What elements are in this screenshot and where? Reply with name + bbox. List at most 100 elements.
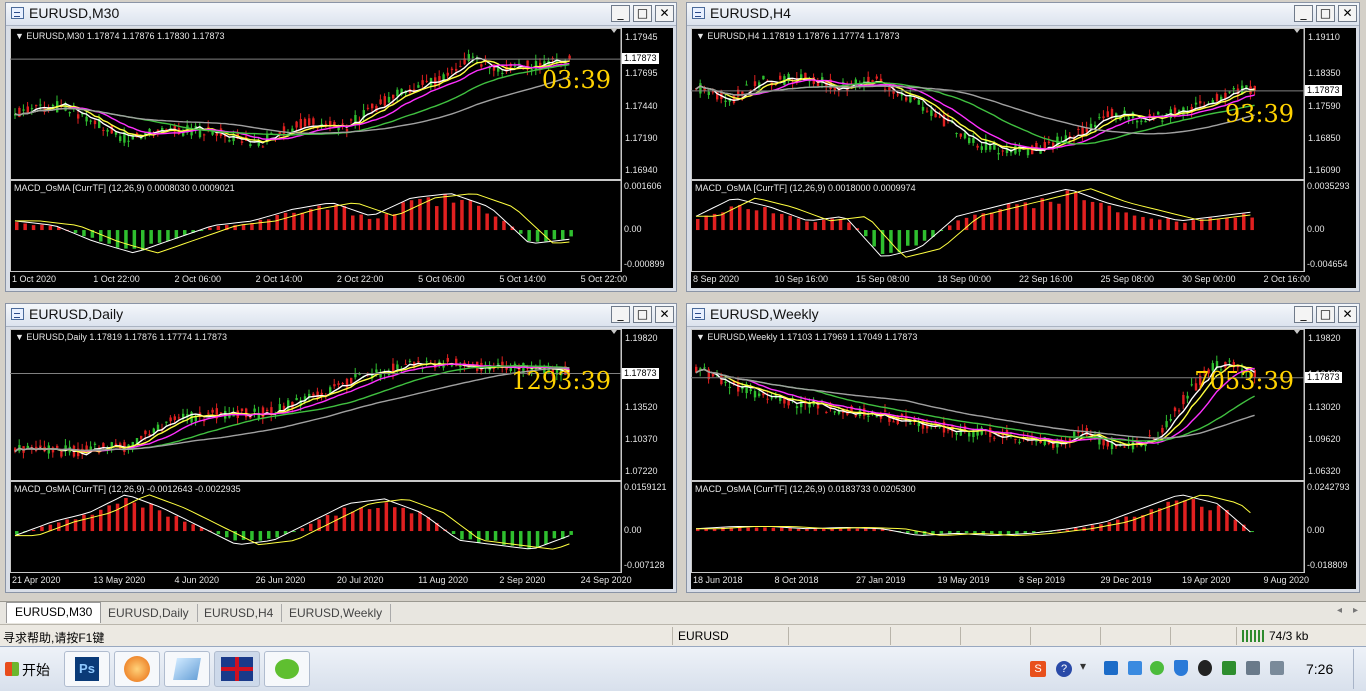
notepad-taskbar-button[interactable] xyxy=(164,651,210,687)
wechat-taskbar-button[interactable] xyxy=(264,651,310,687)
close-button[interactable]: ✕ xyxy=(1338,5,1357,22)
candle-body xyxy=(39,445,42,448)
price-scale-label: 1.16850 xyxy=(1308,132,1341,143)
candle-body xyxy=(467,54,470,62)
browser-taskbar-button[interactable] xyxy=(114,651,160,687)
osma-bar xyxy=(1174,500,1179,532)
osma-bar xyxy=(477,205,481,231)
minimize-button[interactable]: _ xyxy=(611,5,630,22)
minimize-button[interactable]: _ xyxy=(1294,306,1313,323)
osma-bar xyxy=(771,213,776,231)
window-titlebar[interactable]: EURUSD,M30 _ □ ✕ xyxy=(6,3,676,26)
maximize-button[interactable]: □ xyxy=(1316,5,1335,22)
osma-bar xyxy=(1183,222,1187,231)
metatrader-taskbar-button[interactable] xyxy=(214,651,260,687)
shift-marker-icon xyxy=(1294,330,1300,334)
candle-body xyxy=(396,89,399,97)
osma-bar xyxy=(527,230,531,242)
maximize-button[interactable]: □ xyxy=(633,5,652,22)
tab-scroll-left-icon[interactable]: ◂ xyxy=(1337,605,1342,616)
candle-body xyxy=(867,415,870,417)
osma-bar xyxy=(1216,505,1221,532)
tab-eurusd-h4[interactable]: EURUSD,H4 xyxy=(196,604,283,622)
time-axis-label: 18 Jun 2018 xyxy=(693,575,743,585)
osma-bar xyxy=(367,509,372,532)
osma-bar xyxy=(956,531,960,533)
candle-body xyxy=(976,145,979,148)
candle-body xyxy=(1144,120,1147,123)
ma-white-line xyxy=(695,77,1255,152)
candle-body xyxy=(39,104,42,106)
qq-icon[interactable] xyxy=(1198,660,1212,676)
close-button[interactable]: ✕ xyxy=(655,5,674,22)
candle-body xyxy=(1077,128,1080,130)
candle-body xyxy=(1228,360,1231,362)
osma-bar xyxy=(754,527,759,532)
volume-icon[interactable] xyxy=(1270,661,1284,675)
maximize-button[interactable]: □ xyxy=(633,306,652,323)
osma-bar xyxy=(250,531,254,541)
maximize-button[interactable]: □ xyxy=(1316,306,1335,323)
photoshop-taskbar-button[interactable]: Ps xyxy=(64,651,110,687)
osma-bar xyxy=(1107,205,1112,231)
show-desktop-button[interactable] xyxy=(1353,649,1364,689)
minimize-button[interactable]: _ xyxy=(611,306,630,323)
chart-canvas[interactable]: ▼ EURUSD,M30 1.17874 1.17876 1.17830 1.1… xyxy=(10,28,673,288)
price-scale-label: 1.16090 xyxy=(1308,165,1341,175)
chart-window-icon xyxy=(692,7,705,19)
bar-countdown-timer: 7053:39 xyxy=(1194,367,1294,395)
candle-body xyxy=(892,421,895,423)
minimize-button[interactable]: _ xyxy=(1294,5,1313,22)
input-method-icon[interactable]: S xyxy=(1030,661,1046,677)
tray-expand-icon[interactable]: ▾ xyxy=(1080,659,1086,673)
price-scale-label: 1.19820 xyxy=(1308,333,1341,343)
chart-window-m30[interactable]: EURUSD,M30 _ □ ✕ ▼ EURUSD,M30 1.17874 1.… xyxy=(5,2,677,292)
chart-canvas[interactable]: ▼ EURUSD,Daily 1.17819 1.17876 1.17774 1… xyxy=(10,329,673,589)
tab-scroll-right-icon[interactable]: ▸ xyxy=(1353,605,1358,616)
osma-bar xyxy=(342,507,347,532)
window-titlebar[interactable]: EURUSD,H4 _ □ ✕ xyxy=(687,3,1359,26)
tray-app-icon-4[interactable] xyxy=(1222,661,1236,675)
network-icon[interactable] xyxy=(1246,661,1260,675)
osma-bar xyxy=(796,218,801,231)
oscillator-pane-frame xyxy=(10,180,622,272)
osma-bar xyxy=(822,528,826,532)
close-button[interactable]: ✕ xyxy=(655,306,674,323)
chart-window-icon xyxy=(11,7,24,19)
candle-body xyxy=(1140,120,1143,122)
osma-bar xyxy=(1090,201,1095,231)
osma-bar xyxy=(99,509,103,532)
chart-window-h4[interactable]: EURUSD,H4 _ □ ✕ ▼ EURUSD,H4 1.17819 1.17… xyxy=(686,2,1360,292)
osma-bar xyxy=(754,210,759,231)
chart-canvas[interactable]: ▼ EURUSD,Weekly 1.17103 1.17969 1.17049 … xyxy=(691,329,1356,589)
candle-body xyxy=(89,120,92,122)
start-button[interactable]: 开始 xyxy=(2,653,56,685)
candle-body xyxy=(1081,126,1084,135)
chart-window-weekly[interactable]: EURUSD,Weekly _ □ ✕ ▼ EURUSD,Weekly 1.17… xyxy=(686,303,1360,593)
osma-bar xyxy=(1015,204,1019,231)
candle-body xyxy=(497,363,500,365)
shift-marker-icon xyxy=(611,330,617,334)
osma-bar xyxy=(939,531,944,534)
window-titlebar[interactable]: EURUSD,Weekly _ □ ✕ xyxy=(687,304,1359,327)
tray-app-icon-3[interactable] xyxy=(1150,661,1164,675)
help-icon[interactable]: ? xyxy=(1056,661,1072,677)
window-titlebar[interactable]: EURUSD,Daily _ □ ✕ xyxy=(6,304,676,327)
taskbar-clock[interactable]: 7:26 xyxy=(1306,661,1333,677)
osma-bar xyxy=(367,218,372,231)
candle-body xyxy=(938,116,941,118)
current-price-tag: 1.17873 xyxy=(1305,84,1342,96)
tray-app-icon-2[interactable] xyxy=(1128,661,1142,675)
osma-bar xyxy=(502,220,506,231)
tray-app-icon-1[interactable] xyxy=(1104,661,1118,675)
close-button[interactable]: ✕ xyxy=(1338,306,1357,323)
chart-canvas[interactable]: ▼ EURUSD,H4 1.17819 1.17876 1.17774 1.17… xyxy=(691,28,1356,288)
tab-eurusd-weekly[interactable]: EURUSD,Weekly xyxy=(281,604,392,622)
osma-bar xyxy=(325,515,330,532)
shield-icon[interactable] xyxy=(1174,660,1188,676)
chart-window-daily[interactable]: EURUSD,Daily _ □ ✕ ▼ EURUSD,Daily 1.1781… xyxy=(5,303,677,593)
tab-eurusd-daily[interactable]: EURUSD,Daily xyxy=(100,604,198,622)
osma-bar xyxy=(460,531,464,540)
tab-eurusd-m30[interactable]: EURUSD,M30 xyxy=(6,602,102,623)
candle-body xyxy=(30,108,34,110)
